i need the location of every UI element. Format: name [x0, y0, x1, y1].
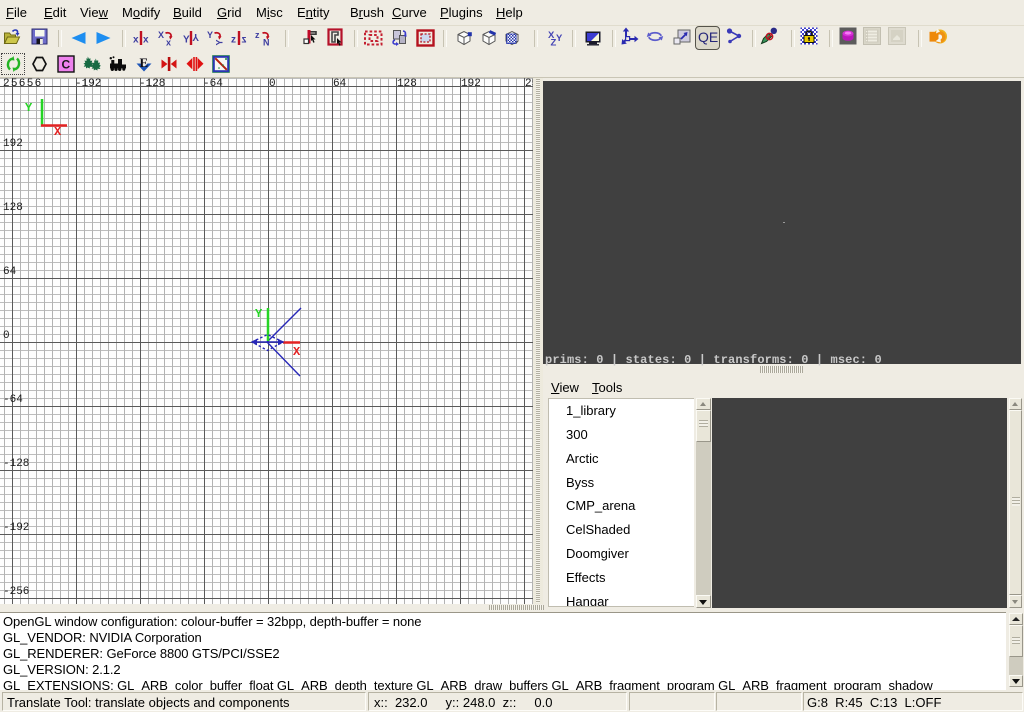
svg-text:x: x [143, 35, 149, 46]
svg-text:Z: Z [551, 38, 557, 48]
svg-text:X: X [54, 125, 62, 139]
svg-text:x: x [166, 38, 171, 47]
svg-text:E: E [140, 55, 149, 70]
svg-text:X: X [158, 30, 164, 40]
svg-text:Y: Y [556, 33, 563, 44]
svg-text:x: x [133, 35, 139, 46]
svg-text:Y: Y [192, 31, 199, 42]
svg-text:z: z [231, 35, 236, 46]
svg-text:z: z [255, 30, 260, 40]
svg-text:X: X [293, 345, 301, 359]
svg-text:Y: Y [255, 307, 263, 321]
svg-text:z: z [242, 35, 247, 46]
svg-text:Y: Y [215, 39, 224, 45]
svg-text:Y: Y [25, 101, 33, 115]
svg-text:Y: Y [207, 30, 213, 40]
svg-text:C: C [62, 58, 71, 72]
svg-text:N: N [263, 38, 270, 47]
svg-text:Y: Y [183, 35, 190, 46]
